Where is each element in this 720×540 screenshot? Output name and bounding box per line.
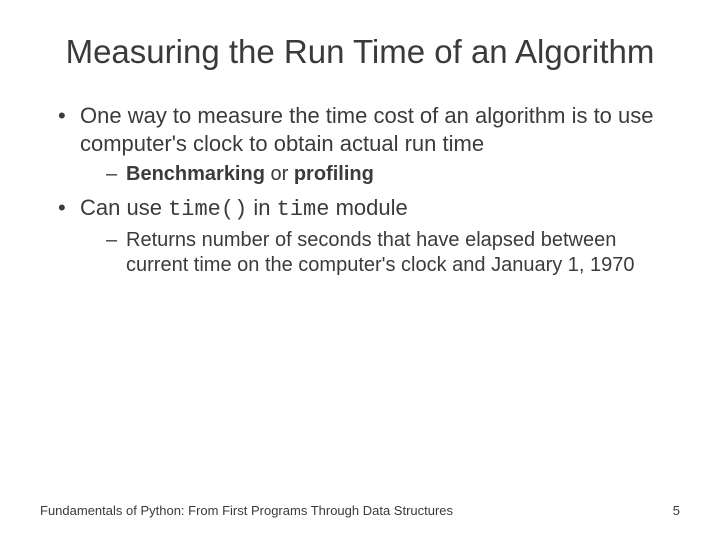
sub-item: Returns number of seconds that have elap…: [106, 228, 680, 279]
sub-text: Returns number of seconds that have elap…: [126, 229, 635, 277]
bullet-item: One way to measure the time cost of an a…: [58, 102, 680, 188]
footer-source: Fundamentals of Python: From First Progr…: [40, 503, 453, 518]
slide-title: Measuring the Run Time of an Algorithm: [40, 32, 680, 72]
bold-text: profiling: [294, 163, 374, 185]
bullet-text: One way to measure the time cost of an a…: [80, 103, 654, 156]
bullet-text: module: [329, 195, 407, 220]
bullet-item: Can use time() in time module Returns nu…: [58, 194, 680, 279]
sub-list: Benchmarking or profiling: [80, 162, 680, 188]
code-text: time: [277, 197, 330, 222]
sub-list: Returns number of seconds that have elap…: [80, 228, 680, 279]
footer: Fundamentals of Python: From First Progr…: [40, 503, 680, 518]
page-number: 5: [673, 503, 680, 518]
sub-item: Benchmarking or profiling: [106, 162, 680, 188]
bullet-text: Can use: [80, 195, 168, 220]
bullet-text: in: [247, 195, 276, 220]
sub-text: or: [265, 163, 294, 185]
bold-text: Benchmarking: [126, 163, 265, 185]
bullet-list: One way to measure the time cost of an a…: [40, 102, 680, 279]
code-text: time(): [168, 197, 247, 222]
